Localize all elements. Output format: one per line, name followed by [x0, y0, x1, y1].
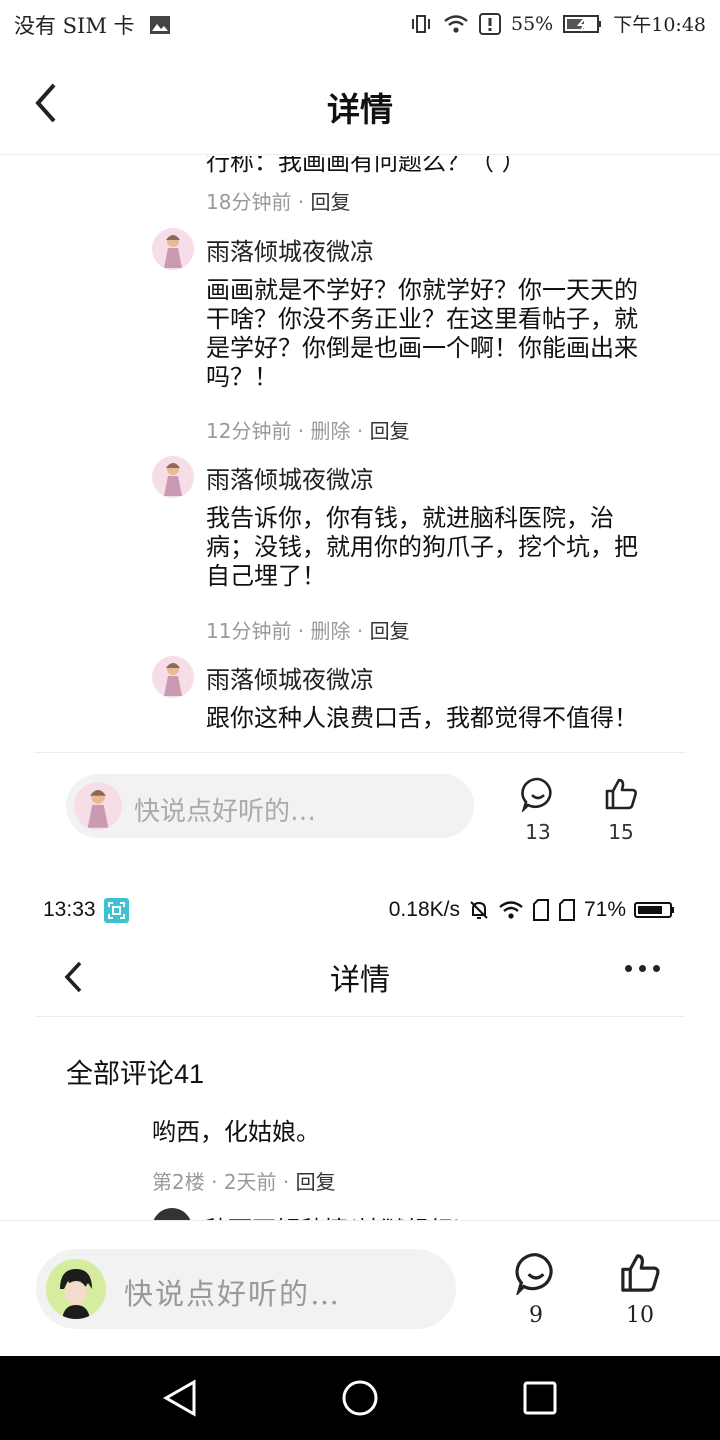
comment-icon	[515, 1253, 553, 1297]
nav-recents-icon[interactable]	[520, 1378, 560, 1418]
comment-meta: 18分钟前 · 回复	[206, 190, 351, 214]
avatar	[46, 1259, 106, 1319]
battery-icon	[634, 902, 674, 918]
page-title: 详情	[327, 90, 393, 129]
commenter-name[interactable]: 雨落倾城夜微凉	[206, 460, 374, 495]
battery-percent: 55%	[511, 12, 554, 35]
comment-text: 跟你这种人浪费口舌，我都觉得不值得！	[206, 704, 638, 732]
comment-button[interactable]: 9	[506, 1251, 566, 1328]
comment-list-top[interactable]: 行称：我画画有问题么？（ ） 18分钟前 · 回复 雨落倾城夜微凉 画画就是不学…	[0, 156, 720, 752]
system-nav-bar	[0, 1356, 720, 1440]
nav-home-icon[interactable]	[340, 1378, 380, 1418]
scan-icon	[104, 898, 129, 923]
reply-link[interactable]: 回复	[311, 190, 351, 214]
reply-link[interactable]: 回复	[296, 1170, 336, 1194]
battery-percent: 71%	[583, 898, 626, 921]
alert-icon	[479, 12, 501, 35]
delete-link[interactable]: 删除	[311, 619, 351, 643]
comment-meta: 11分钟前 · 删除 · 回复	[206, 619, 410, 643]
sim-icon	[532, 899, 549, 921]
like-button[interactable]: 10	[610, 1251, 670, 1328]
gallery-icon	[149, 16, 170, 34]
status-bar-top: 没有 SIM 卡 55% 下午10:48	[0, 0, 720, 50]
wifi-icon	[444, 14, 468, 33]
battery-icon	[563, 14, 602, 33]
comment-text: 画画就是不学好？你就学好？你一天天的干啥？你没不务正业？在这里看帖子，就是学好？…	[206, 276, 638, 391]
mute-bell-icon	[470, 901, 488, 919]
commenter-name[interactable]: 雨落倾城夜微凉	[206, 660, 374, 695]
commenter-name[interactable]: 雨落倾城夜微凉	[206, 232, 374, 267]
avatar[interactable]	[152, 456, 194, 498]
thumbs-up-icon	[621, 1254, 660, 1292]
reply-link[interactable]: 回复	[370, 419, 410, 443]
status-time: 13:33	[43, 898, 96, 921]
like-count: 10	[626, 1303, 654, 1328]
input-placeholder: 快说点好听的…	[124, 1277, 342, 1311]
like-count: 15	[608, 820, 634, 844]
bottom-bar-top: 快说点好听的… 13 15	[0, 752, 720, 862]
carrier-text: 没有 SIM 卡	[14, 14, 135, 38]
comment-input[interactable]: 快说点好听的…	[36, 1249, 456, 1329]
sim-icon	[558, 899, 575, 921]
status-bar-bottom: 13:33 0.18K/s 71%	[0, 890, 720, 930]
partial-comment-text: 行称：我画画有问题么？（ ）	[206, 156, 526, 176]
comment-icon	[521, 777, 552, 814]
reply-link[interactable]: 回复	[370, 619, 410, 643]
avatar[interactable]	[152, 228, 194, 270]
commenter-name[interactable]: 秋雨不解秋情(地狱组织)	[204, 1210, 463, 1220]
input-placeholder: 快说点好听的…	[134, 797, 317, 827]
thumbs-up-icon	[605, 778, 637, 810]
delete-link[interactable]: 删除	[311, 419, 351, 443]
nav-back-icon[interactable]	[160, 1378, 200, 1418]
header-top: 详情	[0, 55, 720, 155]
like-button[interactable]: 15	[591, 776, 651, 844]
avatar	[74, 782, 122, 830]
bottom-bar-bottom: 快说点好听的… 9 10	[0, 1220, 720, 1356]
status-time: 下午10:48	[613, 14, 706, 36]
comment-count: 9	[529, 1303, 543, 1328]
wifi-icon	[499, 901, 523, 919]
comment-meta: 12分钟前 · 删除 · 回复	[206, 419, 410, 443]
partial-comment: 秋雨不解秋情(地狱组织)	[0, 1206, 720, 1220]
header-bottom: 详情	[36, 935, 684, 1017]
network-speed: 0.18K/s	[388, 898, 460, 921]
avatar[interactable]	[152, 656, 194, 698]
more-icon[interactable]	[625, 965, 660, 972]
comment-text: 我告诉你，你有钱，就进脑科医院，治病；没钱，就用你的狗爪子，挖个坑，把自己埋了！	[206, 504, 638, 590]
comment-meta: 第2楼 · 2天前 · 回复	[152, 1170, 336, 1194]
section-title: 全部评论41	[66, 1059, 205, 1089]
comment-count: 13	[525, 820, 551, 844]
avatar[interactable]	[152, 1208, 192, 1220]
comment-button[interactable]: 13	[508, 776, 568, 844]
comment-input[interactable]: 快说点好听的…	[66, 774, 474, 838]
vibrate-icon	[412, 14, 430, 33]
page-title: 详情	[330, 964, 390, 997]
comment-text: 哟西，化姑娘。	[152, 1118, 320, 1146]
